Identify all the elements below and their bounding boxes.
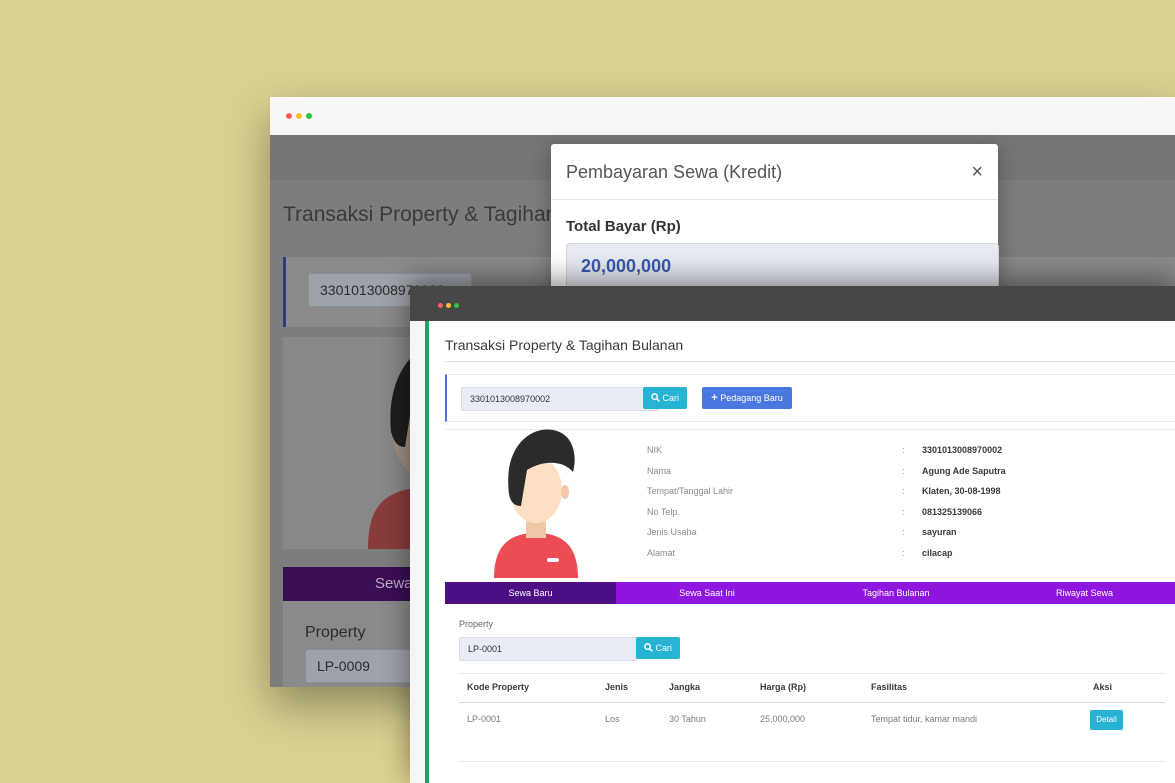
search-button-label: Cari bbox=[662, 393, 680, 403]
front-window-titlebar bbox=[410, 286, 1175, 321]
close-dot-icon[interactable] bbox=[286, 113, 292, 119]
table-header-fasilitas: Fasilitas bbox=[871, 682, 908, 692]
modal-title: Pembayaran Sewa (Kredit) bbox=[566, 162, 783, 182]
profile-row-colon: : bbox=[902, 486, 905, 496]
tab-tagihan-bulanan[interactable]: Tagihan Bulanan bbox=[798, 582, 994, 604]
total-bayar-input[interactable]: 20,000,000 bbox=[566, 243, 999, 289]
avatar-icon bbox=[494, 429, 578, 578]
profile-row-label: Tempat/Tanggal Lahir bbox=[647, 486, 734, 496]
profile-row-value: 081325139066 bbox=[922, 506, 983, 517]
search-icon bbox=[651, 393, 660, 402]
maximize-dot-icon[interactable] bbox=[454, 303, 459, 308]
table-header-aksi: Aksi bbox=[1093, 682, 1113, 692]
new-merchant-label: Pedagang Baru bbox=[720, 393, 783, 403]
search-card: 3301013008970002 Cari + Pedagang Baru bbox=[445, 374, 1175, 422]
minimize-dot-icon[interactable] bbox=[446, 303, 451, 308]
close-icon[interactable]: × bbox=[971, 161, 983, 184]
profile-row-value: 3301013008970002 bbox=[922, 445, 1003, 455]
cell-jenis: Los bbox=[605, 714, 620, 724]
profile-row-colon: : bbox=[902, 465, 905, 476]
page-title: Transaksi Property & Tagihan Bulanan bbox=[445, 337, 684, 353]
table-header-jangka: Jangka bbox=[669, 682, 701, 692]
property-search-button[interactable]: Cari bbox=[636, 637, 680, 659]
nik-search-input[interactable]: 3301013008970002 bbox=[461, 387, 659, 411]
profile-row-value: sayuran bbox=[922, 527, 957, 537]
cell-jangka: 30 Tahun bbox=[669, 714, 706, 724]
new-merchant-button[interactable]: + Pedagang Baru bbox=[702, 387, 792, 409]
detail-button[interactable]: Detail bbox=[1090, 710, 1123, 730]
search-icon bbox=[644, 643, 653, 652]
main-content: Transaksi Property & Tagihan Bulanan 330… bbox=[429, 321, 1175, 783]
tab-content: Property LP-0001 Cari Kode Property Jeni… bbox=[445, 604, 1175, 783]
table-header-kode: Kode Property bbox=[467, 682, 530, 692]
profile-row-value: Klaten, 30-08-1998 bbox=[922, 486, 1001, 496]
close-dot-icon[interactable] bbox=[438, 303, 443, 308]
profile-row-value: Agung Ade Saputra bbox=[922, 465, 1006, 476]
tab-sewa-saat-ini[interactable]: Sewa Saat Ini bbox=[616, 582, 798, 604]
plus-icon: + bbox=[711, 392, 718, 404]
total-bayar-label: Total Bayar (Rp) bbox=[566, 218, 681, 235]
table-bottom-border bbox=[459, 761, 1165, 762]
table-header-jenis: Jenis bbox=[605, 682, 629, 692]
profile-row-colon: : bbox=[902, 527, 905, 537]
profile-row-label: No Telp. bbox=[647, 506, 680, 517]
title-divider bbox=[445, 361, 1175, 362]
profile-card: NIK: 3301013008970002 Nama: Agung Ade Saput… bbox=[445, 429, 1175, 578]
profile-row-label: NIK bbox=[647, 445, 663, 455]
maximize-dot-icon[interactable] bbox=[306, 113, 312, 119]
search-button[interactable]: Cari bbox=[643, 387, 687, 409]
profile-row-colon: : bbox=[902, 506, 905, 517]
back-window-titlebar bbox=[270, 97, 1175, 135]
profile-row-label: Nama bbox=[647, 465, 672, 476]
profile-row-label: Jenis Usaha bbox=[647, 527, 697, 537]
cell-kode: LP-0001 bbox=[467, 714, 502, 724]
window-controls bbox=[438, 303, 459, 308]
back-property-label: Property bbox=[305, 624, 366, 641]
cell-fasilitas: Tempat tidur, kamar mandi bbox=[871, 714, 978, 724]
modal-divider bbox=[551, 199, 998, 200]
profile-row-colon: : bbox=[902, 547, 905, 558]
profile-row-colon: : bbox=[902, 445, 905, 455]
property-label: Property bbox=[459, 619, 494, 629]
table-header-harga: Harga (Rp) bbox=[760, 682, 807, 692]
tab-bar: Sewa Baru Sewa Saat Ini Tagihan Bulanan … bbox=[445, 582, 1175, 604]
cell-harga: 25,000,000 bbox=[760, 714, 806, 724]
minimize-dot-icon[interactable] bbox=[296, 113, 302, 119]
table-header-border bbox=[459, 702, 1165, 703]
tab-riwayat-sewa[interactable]: Riwayat Sewa bbox=[994, 582, 1175, 604]
window-controls bbox=[286, 113, 312, 119]
tab-sewa-baru[interactable]: Sewa Baru bbox=[445, 582, 616, 604]
property-input[interactable]: LP-0001 bbox=[459, 637, 637, 661]
front-browser-window: Transaksi Property & Tagihan Bulanan 330… bbox=[410, 286, 1175, 783]
profile-row-label: Alamat bbox=[647, 547, 676, 558]
profile-row-value: cilacap bbox=[922, 547, 953, 558]
property-search-label: Cari bbox=[655, 643, 673, 653]
table-top-border bbox=[459, 673, 1165, 674]
